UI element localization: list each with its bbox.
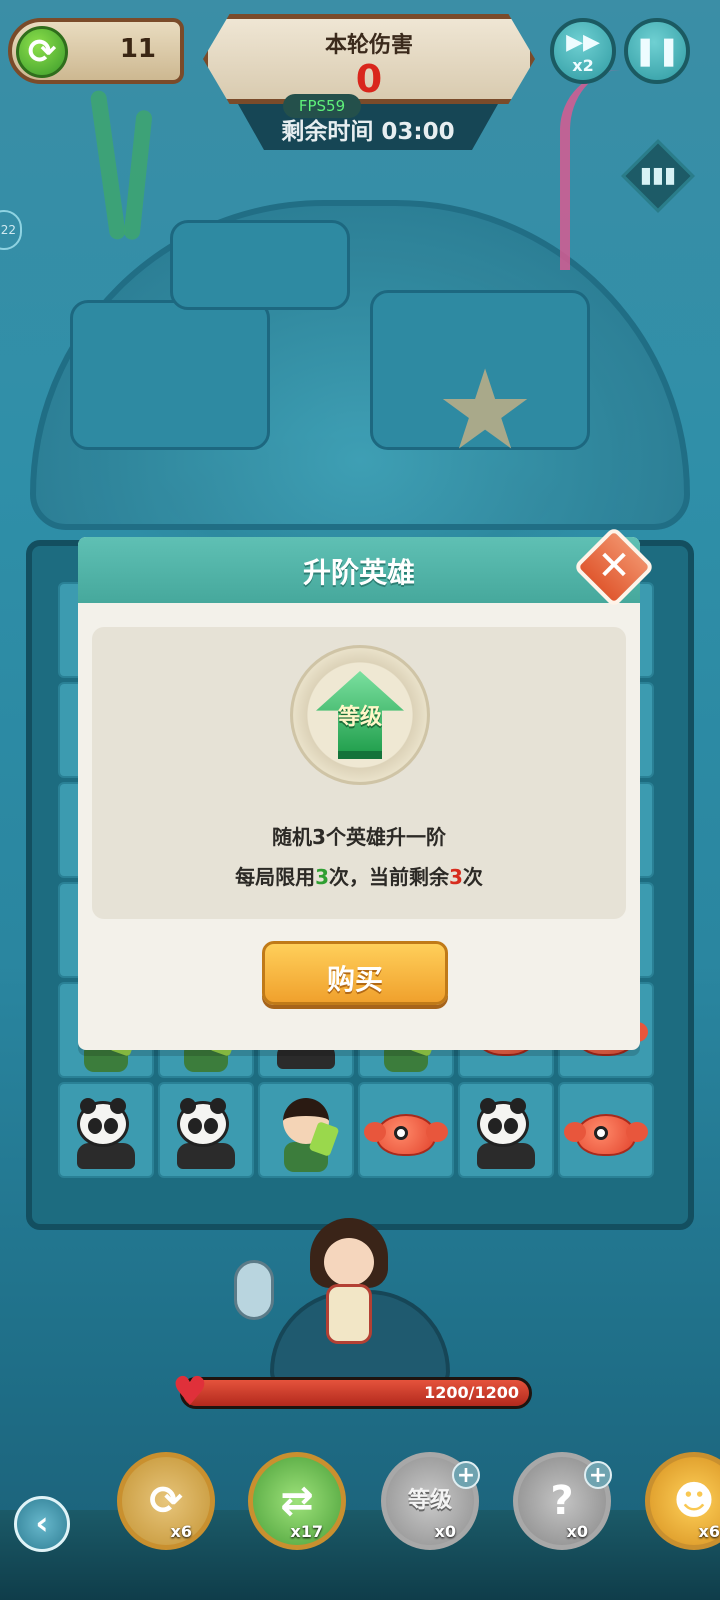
fps-counter: FPS59: [283, 94, 361, 118]
plus-icon[interactable]: +: [452, 1461, 480, 1489]
bottom-vine-bar: [0, 1510, 720, 1600]
fast-forward-icon: ▶▶: [566, 30, 600, 55]
buy-label: 购买: [326, 963, 383, 996]
panda-hero: [77, 1097, 135, 1169]
hero-swap-tool[interactable]: ? x0 +: [513, 1452, 612, 1550]
refresh-arrows-icon: ⟳: [16, 26, 68, 78]
hero-part: [477, 1142, 535, 1169]
limit-remaining: 3: [449, 865, 463, 889]
description-line-2: 每局限用3次，当前剩余3次: [92, 861, 626, 890]
dialog-content: 等级 随机3个英雄升一阶 每局限用3次，当前剩余3次: [92, 627, 626, 919]
hero-part: [564, 1113, 648, 1156]
hero-part: [477, 1097, 529, 1147]
hero-face: [324, 1238, 374, 1286]
player-hero: [306, 1218, 392, 1348]
hero-part: [510, 1097, 526, 1114]
fish-hero: [564, 1113, 648, 1156]
back-button[interactable]: ‹: [14, 1496, 70, 1552]
desc-middle: 次，当前剩余: [329, 865, 449, 889]
upgrade-hero-dialog: 升阶英雄 等级 随机3个英雄升一阶 每局限用3次，当前剩余3次 购买: [78, 537, 640, 1050]
hero-part: [177, 1142, 235, 1169]
buy-button[interactable]: 购买: [262, 941, 448, 1005]
hero-part: [88, 1117, 102, 1134]
refresh-counter: ⟳ 11: [8, 18, 184, 84]
description-line-1: 随机3个英雄升一阶: [272, 825, 446, 849]
hero-part: [426, 1121, 448, 1142]
emblem-label: 等级: [337, 705, 382, 730]
round-damage-value: 0: [355, 57, 383, 101]
dialog-header: 升阶英雄: [78, 537, 640, 603]
time-remaining: 剩余时间 03:00: [281, 119, 455, 145]
fish-hero: [364, 1113, 448, 1156]
hero-part: [77, 1097, 129, 1147]
tool-count: x0: [434, 1522, 456, 1541]
hero-part: [394, 1125, 408, 1140]
pause-icon: ❚❚: [633, 34, 681, 67]
hero-part: [480, 1097, 496, 1114]
board-cell[interactable]: [358, 1082, 454, 1178]
speed-button[interactable]: ▶▶ x2: [550, 18, 616, 84]
hero-part: [77, 1142, 135, 1169]
pause-button[interactable]: ❚❚: [624, 18, 690, 84]
board-cell[interactable]: [158, 1082, 254, 1178]
hero-body: [326, 1284, 372, 1344]
plus-icon[interactable]: +: [584, 1461, 612, 1489]
hero-part: [626, 1121, 648, 1142]
hero-part: [177, 1097, 229, 1147]
bar-chart-icon: ▮▮▮: [639, 163, 677, 188]
hero-part: [104, 1117, 118, 1134]
level-up-tool[interactable]: 等级 x0 +: [381, 1452, 480, 1550]
hero-part: [188, 1117, 202, 1134]
arena-slab: [170, 220, 350, 310]
desc-suffix: 次: [462, 865, 483, 889]
hero-part: [488, 1117, 502, 1134]
starfish-decoration: ★: [435, 346, 535, 474]
hp-text: 1200/1200: [424, 1383, 519, 1402]
board-cell[interactable]: [258, 1082, 354, 1178]
hero-part: [364, 1113, 448, 1156]
hero-part: [364, 1121, 386, 1142]
board-cell[interactable]: [458, 1082, 554, 1178]
turret-unit: [234, 1260, 274, 1320]
hero-part: [204, 1117, 218, 1134]
player-hp-bar: 1200/1200: [180, 1377, 532, 1409]
tool-count: x6: [170, 1522, 192, 1541]
refresh-count: 11: [119, 34, 156, 64]
tool-count: x0: [566, 1522, 588, 1541]
speed-label: x2: [572, 56, 594, 75]
panda-hero: [177, 1097, 235, 1169]
recycle-plus-tool[interactable]: ⇄ x17: [248, 1452, 346, 1550]
time-remaining-bar: 剩余时间 03:00: [238, 104, 498, 150]
round-damage-panel: 本轮伤害 0: [203, 14, 535, 104]
hero-part: [180, 1097, 196, 1114]
limit-total: 3: [315, 865, 329, 889]
hero-part: [594, 1125, 608, 1140]
tool-count: x17: [290, 1522, 323, 1541]
tool-count: x6: [698, 1522, 720, 1541]
hero-part: [564, 1121, 586, 1142]
board-cell[interactable]: [558, 1082, 654, 1178]
desc-prefix: 每局限用: [235, 865, 316, 889]
arena-slab: [70, 300, 270, 450]
panda-hero: [477, 1097, 535, 1169]
board-refresh-icon: ⟳: [149, 1478, 183, 1524]
hero-part: [504, 1117, 518, 1134]
round-damage-title: 本轮伤害: [324, 33, 413, 58]
board-cell[interactable]: [58, 1082, 154, 1178]
hero-part: [110, 1097, 126, 1114]
hero-part: [80, 1097, 96, 1114]
board-refresh-tool[interactable]: ⟳ x6: [117, 1452, 215, 1550]
heart-icon: ♥: [172, 1369, 208, 1415]
girl-hero: [283, 1097, 340, 1172]
dialog-title: 升阶英雄: [302, 556, 415, 589]
chevron-left-icon: ‹: [35, 1504, 49, 1542]
hero-part: [210, 1097, 226, 1114]
golden-hero-tool[interactable]: ☻ x6: [645, 1452, 720, 1550]
close-icon: ✕: [597, 543, 631, 589]
